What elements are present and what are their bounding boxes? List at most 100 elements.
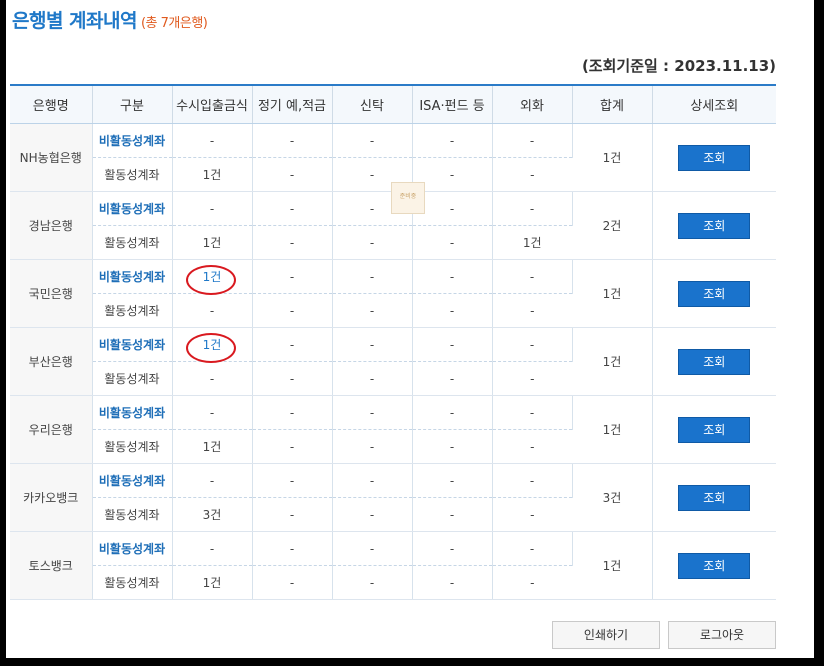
cell-inactive-isa: - xyxy=(412,123,493,158)
table-row: 부산은행 비활동성계좌 1건 - - - -1건 조회 xyxy=(10,327,776,396)
bank-name: 국민은행 xyxy=(10,259,93,328)
print-button[interactable]: 인쇄하기 xyxy=(552,621,660,649)
cell-inactive-time: - xyxy=(252,259,333,294)
col-detail: 상세조회 xyxy=(652,85,776,124)
table-header: 은행명 구분 수시입출금식 정기 예,적금 신탁 ISA·펀드 등 외화 합계 … xyxy=(10,85,776,124)
col-bank: 은행명 xyxy=(10,85,93,124)
total-count: 1건 xyxy=(572,259,653,328)
category-active: 활동성계좌 xyxy=(92,429,173,464)
cell-active-trust: - xyxy=(332,361,413,396)
cell-active-isa: - xyxy=(412,429,493,464)
total-count: 3건 xyxy=(572,463,653,532)
col-time-deposit: 정기 예,적금 xyxy=(252,85,333,124)
table-row: 토스뱅크 비활동성계좌 - - - - -1건 조회 xyxy=(10,531,776,600)
cell-inactive-trust: - xyxy=(332,531,413,566)
cell-active-trust: - xyxy=(332,225,413,260)
total-count: 1건 xyxy=(572,395,653,464)
cell-active-demand: 1건 xyxy=(172,157,253,192)
cell-inactive-fx: - xyxy=(492,259,573,294)
cell-inactive-isa: - xyxy=(412,395,493,430)
cell-inactive-isa: - xyxy=(412,327,493,362)
cell-inactive-fx: - xyxy=(492,123,573,158)
view-button[interactable]: 조회 xyxy=(678,416,751,443)
cell-inactive-demand: - xyxy=(172,395,253,430)
cell-inactive-trust: - xyxy=(332,395,413,430)
bank-name: 토스뱅크 xyxy=(10,531,93,600)
bank-name: 부산은행 xyxy=(10,327,93,396)
cell-active-isa: - xyxy=(412,225,493,260)
cell-active-fx: - xyxy=(492,361,572,396)
cell-active-demand: 1건 xyxy=(172,225,253,260)
category-active: 활동성계좌 xyxy=(92,225,173,260)
detail-cell: 조회 xyxy=(652,463,776,532)
cell-active-demand: 1건 xyxy=(172,429,253,464)
table-row: 국민은행 비활동성계좌 1건 - - - -1건 조회 xyxy=(10,259,776,328)
cell-active-trust: - xyxy=(332,429,413,464)
base-date: (조회기준일 : 2023.11.13) xyxy=(581,57,776,75)
bank-name: 우리은행 xyxy=(10,395,93,464)
cell-active-isa: - xyxy=(412,565,493,600)
cell-active-demand: - xyxy=(172,293,253,328)
cell-active-isa: - xyxy=(412,293,493,328)
category-active: 활동성계좌 xyxy=(92,497,173,532)
bank-name: NH농협은행 xyxy=(10,123,93,192)
cell-inactive-fx: - xyxy=(492,395,573,430)
logout-button[interactable]: 로그아웃 xyxy=(668,621,776,649)
col-demand-deposit: 수시입출금식 xyxy=(172,85,253,124)
bank-name: 경남은행 xyxy=(10,191,93,260)
cell-inactive-time: - xyxy=(252,531,333,566)
cell-active-time: - xyxy=(252,565,333,600)
table-row: 우리은행 비활동성계좌 - - - - -1건 조회 xyxy=(10,395,776,464)
cell-inactive-isa: - xyxy=(412,463,493,498)
cell-active-isa: - xyxy=(412,361,493,396)
cell-active-demand: 1건 xyxy=(172,565,253,600)
title-bank-count: (총 7개은행) xyxy=(140,16,208,31)
cell-inactive-time: - xyxy=(252,327,333,362)
category-inactive: 비활동성계좌 xyxy=(92,463,173,498)
detail-cell: 조회 xyxy=(652,395,776,464)
bank-account-table: 은행명 구분 수시입출금식 정기 예,적금 신탁 ISA·펀드 등 외화 합계 … xyxy=(10,84,776,600)
cell-active-demand: - xyxy=(172,361,253,396)
cell-inactive-demand: 1건 xyxy=(172,259,253,294)
category-inactive: 비활동성계좌 xyxy=(92,191,173,226)
view-button[interactable]: 조회 xyxy=(678,280,751,307)
cell-active-fx: - xyxy=(492,497,572,532)
cell-active-time: - xyxy=(252,157,333,192)
category-active: 활동성계좌 xyxy=(92,157,173,192)
cell-inactive-fx: - xyxy=(492,327,573,362)
cell-inactive-trust: - xyxy=(332,463,413,498)
view-button[interactable]: 조회 xyxy=(678,144,751,171)
cell-inactive-fx: - xyxy=(492,463,573,498)
cell-active-demand: 3건 xyxy=(172,497,253,532)
cell-inactive-isa: - xyxy=(412,259,493,294)
cell-inactive-demand: - xyxy=(172,463,253,498)
col-total: 합계 xyxy=(572,85,653,124)
cell-active-fx: - xyxy=(492,157,572,192)
cell-inactive-trust: - xyxy=(332,259,413,294)
detail-cell: 조회 xyxy=(652,123,776,192)
cell-inactive-trust: - xyxy=(332,327,413,362)
cell-inactive-demand: - xyxy=(172,531,253,566)
cell-active-isa: - xyxy=(412,497,493,532)
view-button[interactable]: 조회 xyxy=(678,484,751,511)
category-inactive: 비활동성계좌 xyxy=(92,531,173,566)
view-button[interactable]: 조회 xyxy=(678,212,751,239)
cell-active-fx: - xyxy=(492,429,572,464)
cell-active-time: - xyxy=(252,361,333,396)
category-inactive: 비활동성계좌 xyxy=(92,327,173,362)
cell-active-time: - xyxy=(252,225,333,260)
view-button[interactable]: 조회 xyxy=(678,552,751,579)
page-title: 은행별 계좌내역 (총 7개은행) xyxy=(12,6,208,33)
total-count: 2건 xyxy=(572,191,653,260)
table-row: 카카오뱅크 비활동성계좌 - - - - -3건 조회 xyxy=(10,463,776,532)
cell-active-fx: - xyxy=(492,565,572,600)
detail-cell: 조회 xyxy=(652,259,776,328)
image-placeholder: 준비중 xyxy=(391,182,425,214)
category-inactive: 비활동성계좌 xyxy=(92,123,173,158)
col-trust: 신탁 xyxy=(332,85,413,124)
cell-active-trust: - xyxy=(332,565,413,600)
view-button[interactable]: 조회 xyxy=(678,348,751,375)
col-isa-fund: ISA·펀드 등 xyxy=(412,85,493,124)
cell-active-time: - xyxy=(252,497,333,532)
total-count: 1건 xyxy=(572,327,653,396)
